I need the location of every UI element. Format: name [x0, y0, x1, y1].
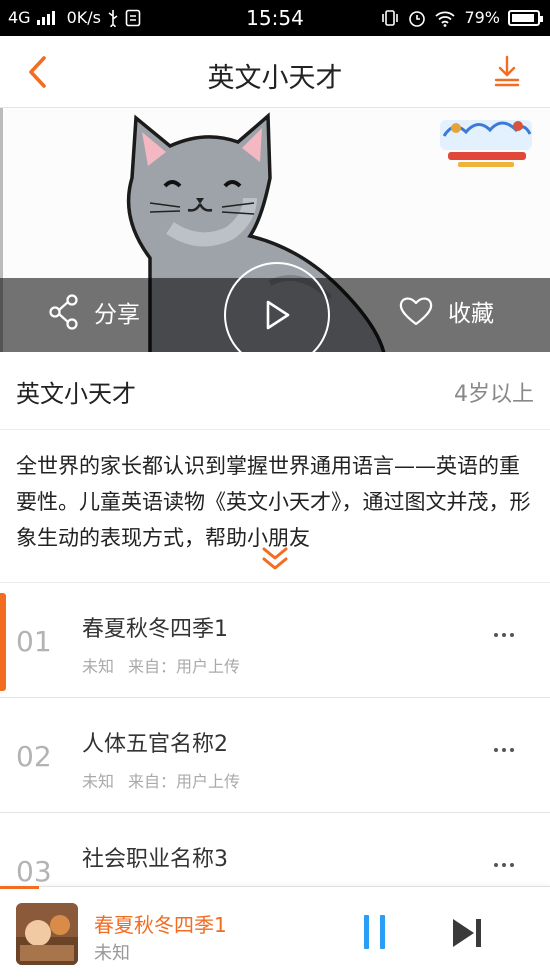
track-number: 02 — [16, 740, 52, 773]
track-title: 春夏秋冬四季1 — [82, 617, 228, 642]
more-options-icon[interactable] — [494, 744, 516, 756]
favorite-button[interactable]: 收藏 — [398, 294, 494, 328]
alarm-icon — [409, 10, 426, 27]
book-logo — [440, 120, 532, 167]
pause-icon-bar — [380, 915, 385, 949]
back-button[interactable] — [22, 54, 56, 90]
track-title: 社会职业名称3 — [82, 847, 228, 872]
thumbnail-image — [16, 903, 78, 965]
track-meta: 未知来自：用户上传 — [82, 768, 240, 792]
album-title: 英文小天才 — [16, 380, 136, 408]
navigation-bar: 英文小天才 — [0, 36, 550, 108]
share-icon — [49, 294, 78, 330]
pause-icon — [364, 915, 369, 949]
heart-icon — [399, 297, 433, 326]
track-source: 来自：用户上传 — [128, 657, 241, 676]
next-track-button[interactable] — [450, 917, 484, 949]
skip-next-icon — [453, 919, 481, 947]
battery-level: 79% — [464, 8, 500, 27]
track-meta: 未知来自：用户上传 — [82, 653, 240, 677]
favorite-label: 收藏 — [448, 301, 494, 327]
track-number: 03 — [16, 855, 52, 888]
status-bar: 4G 0K/s 15:54 79% — [0, 0, 550, 36]
download-icon — [494, 55, 520, 87]
track-source: 来自：用户上传 — [128, 772, 241, 791]
track-number: 01 — [16, 625, 52, 658]
battery-icon — [508, 9, 543, 26]
track-row[interactable]: 01 春夏秋冬四季1 未知 来自：用户上传 — [0, 583, 550, 698]
more-options-icon[interactable] — [494, 859, 516, 871]
active-track-indicator — [0, 593, 6, 691]
album-info: 英文小天才 4岁以上 — [0, 352, 550, 430]
share-button[interactable]: 分享 — [48, 294, 140, 330]
track-duration: 未知 — [82, 772, 115, 791]
album-cover: 分享 收藏 — [0, 108, 550, 352]
share-label: 分享 — [94, 302, 140, 328]
play-icon — [266, 300, 290, 330]
page-title: 英文小天才 — [207, 63, 343, 94]
track-duration: 未知 — [82, 657, 115, 676]
chevron-left-icon — [29, 56, 46, 88]
double-chevron-down-icon — [262, 547, 288, 570]
now-playing-title: 春夏秋冬四季1 — [94, 913, 227, 937]
wifi-icon — [435, 11, 456, 27]
download-button[interactable] — [492, 54, 522, 88]
more-options-icon[interactable] — [494, 629, 516, 641]
mini-player: 春夏秋冬四季1 未知 — [0, 886, 550, 977]
pause-button[interactable] — [360, 915, 390, 949]
album-description: 全世界的家长都认识到掌握世界通用语言——英语的重要性。儿童英语读物《英文小天才》… — [16, 454, 531, 550]
track-title: 人体五官名称2 — [82, 732, 228, 757]
track-list: 01 春夏秋冬四季1 未知 来自：用户上传 02 人体五官名称2 未知 来自：用户上传 03 社会… — [0, 582, 550, 928]
now-playing-thumbnail[interactable] — [16, 903, 78, 965]
track-row[interactable]: 02 人体五官名称2 未知 来自：用户上传 — [0, 698, 550, 813]
playback-progress[interactable] — [0, 886, 550, 889]
playback-progress-fill — [0, 886, 39, 889]
expand-description-button[interactable] — [258, 546, 292, 572]
vibrate-icon — [382, 9, 399, 26]
age-range: 4岁以上 — [454, 382, 534, 407]
now-playing-subtitle: 未知 — [94, 943, 130, 964]
